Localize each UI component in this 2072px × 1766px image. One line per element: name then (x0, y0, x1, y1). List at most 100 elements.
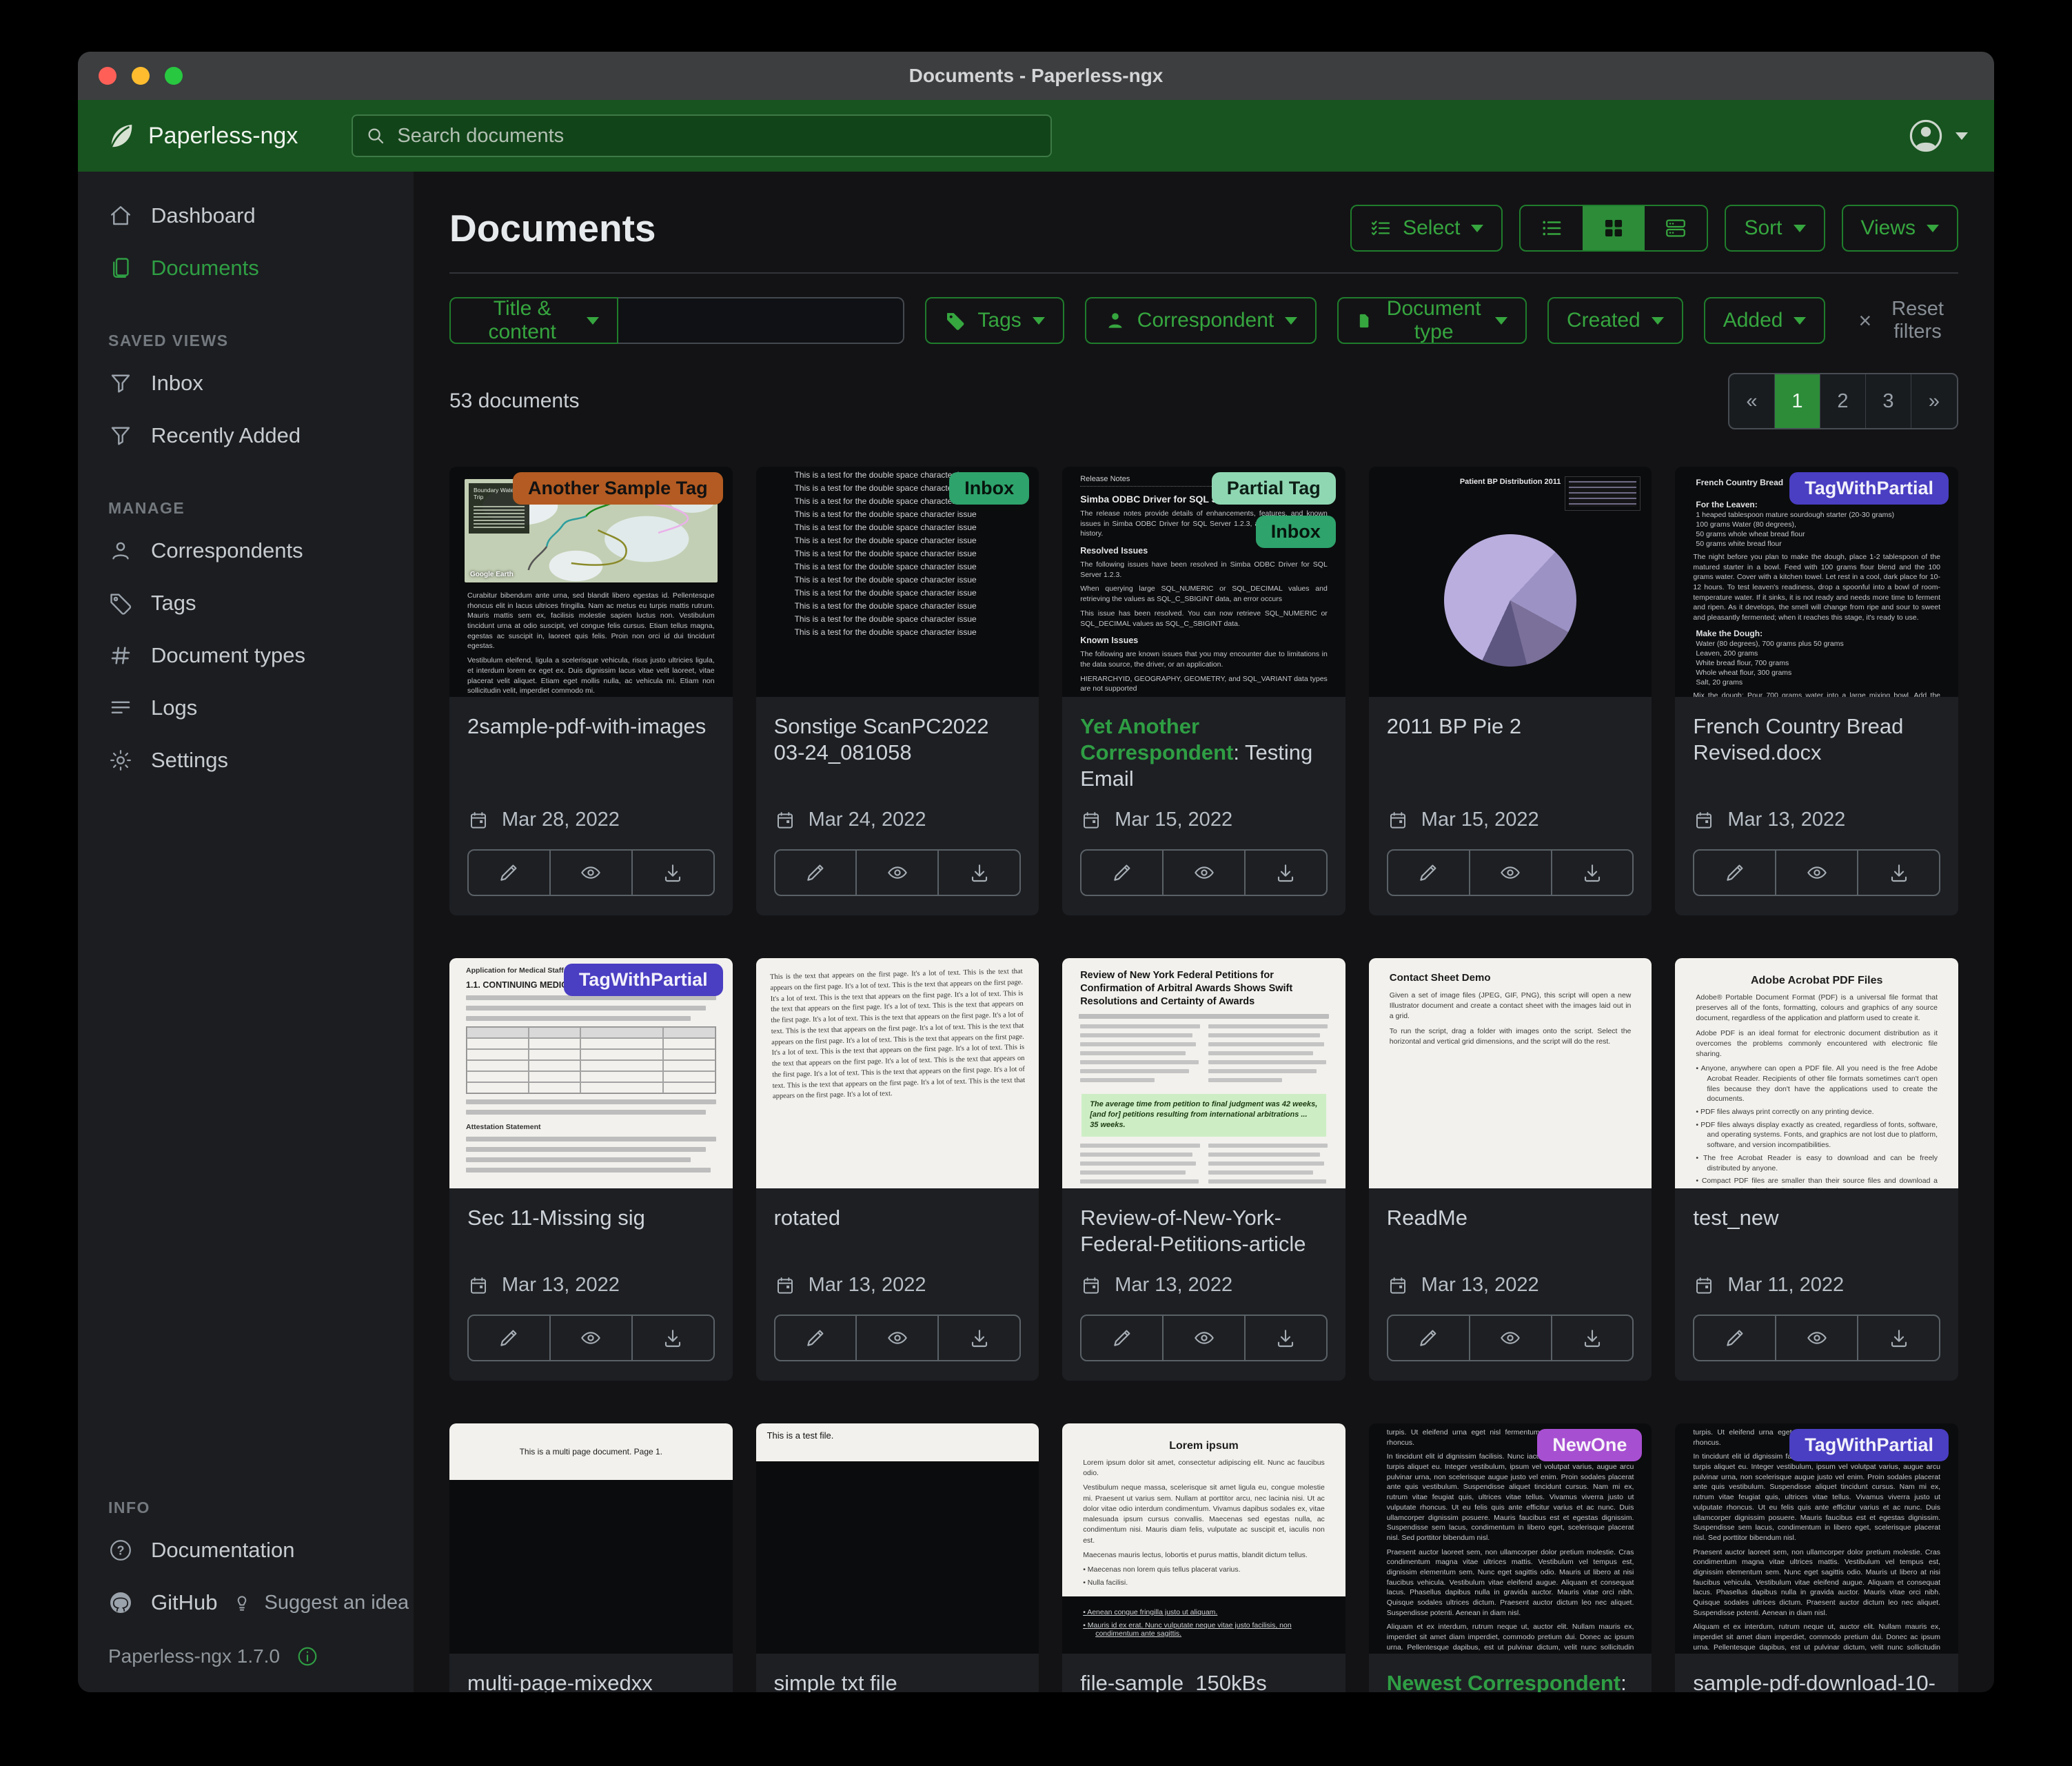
document-title[interactable]: Sonstige ScanPC2022 03-24_081058 (774, 713, 1022, 766)
view-button[interactable] (1162, 1316, 1244, 1360)
view-button[interactable] (855, 851, 937, 895)
tag-pill[interactable]: TagWithPartial (564, 964, 723, 996)
pagination-page-1[interactable]: 1 (1775, 374, 1820, 428)
tag-pill[interactable]: NewOne (1537, 1429, 1642, 1461)
download-button[interactable] (1857, 1316, 1939, 1360)
document-thumbnail[interactable]: Lorem ipsumLorem ipsum dolor sit amet, c… (1062, 1423, 1345, 1654)
correspondent-link[interactable]: Yet Another Correspondent (1080, 714, 1233, 764)
user-menu[interactable] (1907, 117, 1968, 154)
view-button[interactable] (549, 1316, 631, 1360)
view-button[interactable] (1775, 1316, 1857, 1360)
view-button[interactable] (1162, 851, 1244, 895)
filter-created-button[interactable]: Created (1547, 297, 1683, 344)
document-thumbnail[interactable]: Release NotesSimba ODBC Driver for SQL S… (1062, 467, 1345, 697)
pagination-page-3[interactable]: 3 (1866, 374, 1911, 428)
document-thumbnail[interactable]: This is a test for the double space char… (756, 467, 1039, 697)
sidebar-item-correspondents[interactable]: Correspondents (78, 525, 414, 577)
document-thumbnail[interactable]: turpis. Ut eleifend urna eget nisl ferme… (1675, 1423, 1958, 1654)
sidebar-item-dashboard[interactable]: Dashboard (78, 190, 414, 242)
document-card[interactable]: Release NotesSimba ODBC Driver for SQL S… (1062, 467, 1345, 915)
view-detail-button[interactable] (1645, 206, 1707, 250)
document-card[interactable]: This is the text that appears on the fir… (756, 958, 1039, 1381)
document-title[interactable]: French Country Bread Revised.docx (1693, 713, 1940, 766)
download-button[interactable] (631, 851, 713, 895)
document-title[interactable]: Newest Correspondent: f_combineds (1387, 1670, 1634, 1692)
document-thumbnail[interactable]: Adobe Acrobat PDF FilesAdobe® Portable D… (1675, 958, 1958, 1188)
download-button[interactable] (1551, 1316, 1633, 1360)
filter-query-input[interactable] (618, 297, 904, 344)
document-thumbnail[interactable]: turpis. Ut eleifend urna eget nisl ferme… (1369, 1423, 1652, 1654)
sidebar-item-logs[interactable]: Logs (78, 682, 414, 734)
suggest-idea-link[interactable]: Suggest an idea (231, 1592, 409, 1614)
document-thumbnail[interactable]: This is a test file. (756, 1423, 1039, 1654)
document-title[interactable]: multi-page-mixedxx (467, 1670, 715, 1692)
document-card[interactable]: This is a multi page document. Page 1. m… (449, 1423, 733, 1692)
sidebar-item-recently-added[interactable]: Recently Added (78, 409, 414, 462)
brand[interactable]: Paperless-ngx (104, 120, 298, 152)
view-button[interactable] (855, 1316, 937, 1360)
filter-document-type-button[interactable]: Document type (1337, 297, 1527, 344)
view-button[interactable] (1469, 851, 1551, 895)
sidebar-item-documentation[interactable]: ? Documentation (78, 1524, 414, 1576)
document-thumbnail[interactable]: Boundary Waters TripGoogle EarthCurabitu… (449, 467, 733, 697)
minimize-window-button[interactable] (132, 67, 150, 85)
document-card[interactable]: Contact Sheet DemoGiven a set of image f… (1369, 958, 1652, 1381)
download-button[interactable] (1551, 851, 1633, 895)
edit-button[interactable] (469, 1316, 549, 1360)
download-button[interactable] (1244, 1316, 1326, 1360)
sidebar-item-document-types[interactable]: Document types (78, 629, 414, 682)
document-title[interactable]: 2011 BP Pie 2 (1387, 713, 1634, 766)
filter-field-button[interactable]: Title & content (449, 297, 618, 344)
document-thumbnail[interactable]: Contact Sheet DemoGiven a set of image f… (1369, 958, 1652, 1188)
document-thumbnail[interactable]: Review of New York Federal Petitions for… (1062, 958, 1345, 1188)
document-title[interactable]: Review-of-New-York-Federal-Petitions-art… (1080, 1205, 1328, 1257)
document-thumbnail[interactable]: Application for Medical Staff Membership… (449, 958, 733, 1188)
document-title[interactable]: Sec 11-Missing sig (467, 1205, 715, 1257)
views-button[interactable]: Views (1842, 205, 1958, 252)
sidebar-item-settings[interactable]: Settings (78, 734, 414, 786)
sidebar-item-tags[interactable]: Tags (78, 577, 414, 629)
view-button[interactable] (1775, 851, 1857, 895)
document-card[interactable]: Adobe Acrobat PDF FilesAdobe® Portable D… (1675, 958, 1958, 1381)
document-title[interactable]: file-sample_150kBs (1080, 1670, 1328, 1692)
document-title[interactable]: simple txt file (774, 1670, 1022, 1692)
edit-button[interactable] (1081, 1316, 1162, 1360)
correspondent-link[interactable]: Newest Correspondent (1387, 1671, 1621, 1692)
document-thumbnail[interactable]: French Country BreadFor the Leaven:1 hea… (1675, 467, 1958, 697)
download-button[interactable] (937, 851, 1019, 895)
pagination-last[interactable]: » (1911, 374, 1957, 428)
edit-button[interactable] (469, 851, 549, 895)
edit-button[interactable] (775, 1316, 856, 1360)
document-card[interactable]: Boundary Waters TripGoogle EarthCurabitu… (449, 467, 733, 915)
document-card[interactable]: This is a test file. simple txt file (756, 1423, 1039, 1692)
close-window-button[interactable] (99, 67, 116, 85)
document-thumbnail[interactable]: This is the text that appears on the fir… (756, 958, 1039, 1188)
edit-button[interactable] (775, 851, 856, 895)
sidebar-item-inbox[interactable]: Inbox (78, 357, 414, 409)
pagination-page-2[interactable]: 2 (1820, 374, 1866, 428)
pagination-first[interactable]: « (1729, 374, 1775, 428)
document-card[interactable]: turpis. Ut eleifend urna eget nisl ferme… (1675, 1423, 1958, 1692)
edit-button[interactable] (1694, 1316, 1775, 1360)
tag-pill[interactable]: TagWithPartial (1789, 472, 1949, 505)
document-title[interactable]: ReadMe (1387, 1205, 1634, 1257)
view-grid-button[interactable] (1583, 206, 1645, 250)
document-thumbnail[interactable]: Patient BP Distribution 2011 (1369, 467, 1652, 697)
document-card[interactable]: This is a test for the double space char… (756, 467, 1039, 915)
document-title[interactable]: rotated (774, 1205, 1022, 1257)
download-button[interactable] (1244, 851, 1326, 895)
filter-correspondent-button[interactable]: Correspondent (1085, 297, 1317, 344)
reset-filters-button[interactable]: × Reset filters (1854, 297, 1958, 344)
filter-added-button[interactable]: Added (1704, 297, 1826, 344)
download-button[interactable] (937, 1316, 1019, 1360)
view-button[interactable] (1469, 1316, 1551, 1360)
document-title[interactable]: test_new (1693, 1205, 1940, 1257)
document-card[interactable]: turpis. Ut eleifend urna eget nisl ferme… (1369, 1423, 1652, 1692)
tag-pill[interactable]: Partial Tag (1212, 472, 1336, 505)
view-button[interactable] (549, 851, 631, 895)
document-card[interactable]: French Country BreadFor the Leaven:1 hea… (1675, 467, 1958, 915)
tag-pill[interactable]: Inbox (949, 472, 1029, 505)
document-title[interactable]: 2sample-pdf-with-images (467, 713, 715, 766)
global-search[interactable] (352, 114, 1052, 157)
document-title[interactable]: Yet Another Correspondent: Testing Email (1080, 713, 1328, 792)
